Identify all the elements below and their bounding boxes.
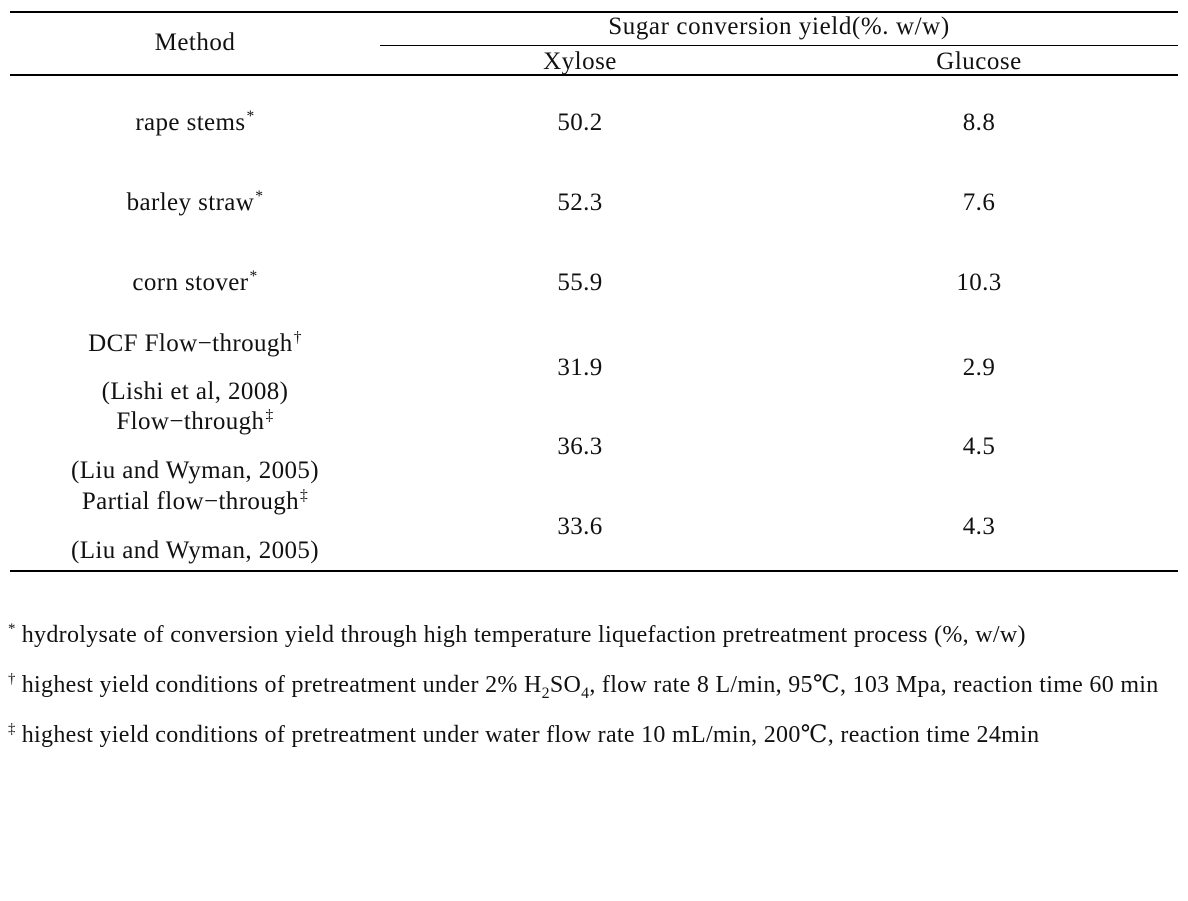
table-row: rape stems* (10, 107, 380, 137)
footnote-marker: * (246, 107, 255, 125)
cell-method: Partial flow−through (81, 488, 300, 515)
cell-method-citation: (Liu and Wyman, 2005) (70, 537, 320, 564)
footnote-marker: ‡ (300, 486, 309, 504)
cell-xylose: 36.3 (557, 433, 603, 460)
table-row: barley straw* (10, 187, 380, 217)
footnote-marker-double-dagger: ‡ (8, 721, 16, 737)
footnote-text-before-formula: highest yield conditions of pretreatment… (21, 672, 542, 698)
cell-method: Flow−through (116, 408, 265, 435)
footnote-text-after-formula: , flow rate 8 L/min, 95℃, 103 Mpa, react… (589, 672, 1159, 698)
table-row: DCF Flow−through† (10, 328, 380, 358)
table-body: rape stems* 50.2 8.8 barley straw* 52.3 … (10, 76, 1178, 570)
cell-method-citation: (Lishi et al, 2008) (101, 378, 289, 405)
cell-glucose: 8.8 (962, 109, 996, 136)
cell-glucose: 10.3 (956, 269, 1002, 296)
footnote-text: hydrolysate of conversion yield through … (21, 622, 1026, 648)
footnote-marker-dagger: † (8, 671, 16, 687)
footnote-dagger: † highest yield conditions of pretreatmen… (8, 660, 1180, 710)
data-table: Method Sugar conversion yield(%. w/w) Xy… (10, 11, 1178, 572)
cell-method-citation: (Liu and Wyman, 2005) (70, 457, 320, 484)
cell-glucose: 7.6 (962, 189, 996, 216)
cell-xylose: 33.6 (557, 513, 603, 540)
table-row: Flow−through‡ (10, 406, 380, 436)
document-page: Method Sugar conversion yield(%. w/w) Xy… (0, 0, 1188, 901)
cell-glucose: 4.5 (962, 433, 996, 460)
formula-so: SO (549, 672, 582, 698)
cell-glucose: 2.9 (962, 354, 996, 381)
footnote-marker: * (255, 187, 264, 205)
footnote-asterisk: * hydrolysate of conversion yield through… (8, 610, 1180, 660)
cell-xylose: 55.9 (557, 269, 603, 296)
column-group-header-sugar-yield: Sugar conversion yield(%. w/w) (608, 13, 950, 40)
cell-xylose: 50.2 (557, 109, 603, 136)
footnote-double-dagger: ‡ highest yield conditions of pretreatmen… (8, 710, 1180, 760)
table-rule-bottom (10, 570, 1178, 572)
cell-glucose: 4.3 (962, 513, 996, 540)
cell-xylose: 52.3 (557, 189, 603, 216)
cell-xylose: 31.9 (557, 354, 603, 381)
table-rule-group-span (380, 45, 1178, 46)
cell-method: barley straw (126, 189, 255, 216)
column-header-xylose: Xylose (543, 48, 617, 75)
footnote-text: highest yield conditions of pretreatment… (21, 722, 1040, 748)
footnotes-block: * hydrolysate of conversion yield through… (8, 610, 1180, 760)
table-row: corn stover* (10, 267, 380, 297)
table-row: Partial flow−through‡ (10, 486, 380, 516)
footnote-marker-asterisk: * (8, 621, 16, 637)
cell-method: rape stems (135, 109, 246, 136)
table-header: Method Sugar conversion yield(%. w/w) Xy… (10, 13, 1178, 75)
formula-subscript-2: 2 (541, 684, 550, 702)
column-header-glucose: Glucose (936, 48, 1022, 75)
cell-method: DCF Flow−through (88, 330, 293, 357)
column-header-method: Method (154, 29, 236, 56)
footnote-marker: ‡ (265, 406, 274, 424)
footnote-marker: † (293, 328, 302, 346)
cell-method: corn stover (132, 269, 249, 296)
footnote-marker: * (249, 267, 258, 285)
